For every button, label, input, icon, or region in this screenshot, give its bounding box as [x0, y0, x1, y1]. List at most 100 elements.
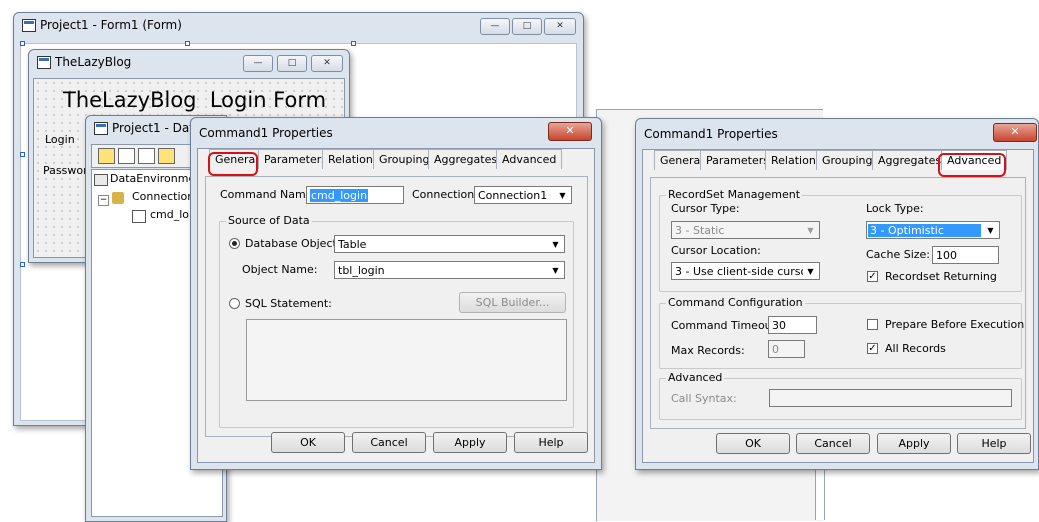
ok-button[interactable]: OK	[271, 432, 345, 453]
form-heading: TheLazyBlog Login Form	[63, 88, 327, 112]
database-object-radio[interactable]	[229, 238, 240, 249]
command-timeout-value: 30	[772, 319, 786, 332]
command-name-label: Command Name:	[220, 188, 317, 201]
cache-size-field[interactable]: 100	[932, 246, 999, 264]
inner-form-title: TheLazyBlog	[55, 55, 132, 69]
command-configuration-title: Command Configuration	[666, 296, 805, 309]
sql-statement-radio[interactable]	[229, 298, 240, 309]
add-connection-icon[interactable]	[98, 148, 115, 164]
object-name-select[interactable]: tbl_login ▼	[334, 261, 565, 279]
lock-type-value: 3 - Optimistic	[868, 224, 981, 237]
apply-button[interactable]: Apply	[433, 432, 507, 453]
tab-grouping[interactable]: Grouping	[816, 150, 879, 170]
minimize-button[interactable]: —	[243, 55, 273, 72]
cursor-location-label: Cursor Location:	[671, 244, 761, 257]
close-button[interactable]: ✕	[548, 122, 592, 141]
tab-aggregates[interactable]: Aggregates	[872, 150, 948, 170]
tab-grouping[interactable]: Grouping	[373, 149, 436, 169]
window-icon	[94, 122, 108, 135]
command-configuration-group: Command Configuration	[659, 296, 1022, 369]
connection-select[interactable]: Connection1 ▼	[474, 186, 572, 204]
sql-statement-label: SQL Statement:	[245, 297, 332, 310]
tab-aggregates[interactable]: Aggregates	[428, 149, 504, 169]
dialog-titlebar[interactable]: Command1 Properties ✕	[636, 119, 1038, 145]
close-button[interactable]: ✕	[544, 18, 576, 35]
apply-button[interactable]: Apply	[877, 433, 951, 454]
object-name-label: Object Name:	[242, 263, 318, 276]
database-object-select[interactable]: Table ▼	[334, 235, 565, 253]
tree-item-command[interactable]: cmd_lo	[150, 208, 189, 221]
tab-advanced[interactable]: Advanced	[496, 149, 563, 169]
tree-item-dataenvironment[interactable]: DataEnvironme	[110, 172, 195, 185]
sql-statement-textarea[interactable]	[246, 319, 567, 401]
connection-label: Connection:	[412, 188, 478, 201]
chevron-down-icon[interactable]: ▼	[548, 263, 563, 277]
command-icon	[132, 210, 146, 223]
lock-type-select[interactable]: 3 - Optimistic ▼	[866, 221, 1000, 239]
dialog-body: General Parameters Relation Grouping Agg…	[197, 148, 595, 463]
source-of-data-title: Source of Data	[226, 214, 312, 227]
command-timeout-label: Command Timeout:	[671, 319, 780, 332]
all-records-checkbox[interactable]: ✓	[867, 343, 878, 354]
login-label: Login	[45, 133, 75, 146]
cursor-location-value: 3 - Use client-side cursors	[675, 265, 818, 278]
highlight-box	[938, 153, 1006, 177]
chevron-down-icon[interactable]: ▼	[803, 223, 818, 237]
maximize-button[interactable]: □	[512, 18, 542, 35]
chevron-down-icon[interactable]: ▼	[983, 223, 998, 237]
properties-icon[interactable]	[138, 148, 155, 164]
cache-size-value: 100	[936, 249, 957, 262]
resize-handle[interactable]	[20, 262, 25, 267]
command-name-field[interactable]: cmd_login	[306, 186, 404, 204]
close-button[interactable]: ✕	[311, 55, 343, 72]
resize-handle[interactable]	[20, 152, 25, 157]
chevron-down-icon[interactable]: ▼	[555, 188, 570, 202]
view-code-icon[interactable]	[158, 148, 175, 164]
cancel-button[interactable]: Cancel	[352, 432, 426, 453]
help-button[interactable]: Help	[514, 432, 588, 453]
max-records-field[interactable]: 0	[768, 340, 805, 358]
maximize-button[interactable]: □	[277, 55, 307, 72]
max-records-value: 0	[772, 343, 779, 356]
chevron-down-icon[interactable]: ▼	[803, 264, 818, 278]
database-icon	[94, 174, 108, 186]
cursor-type-value: 3 - Static	[675, 224, 725, 237]
form-window-title: Project1 - Form1 (Form)	[40, 18, 182, 32]
recordset-returning-checkbox[interactable]: ✓	[867, 271, 878, 282]
resize-handle[interactable]	[351, 41, 356, 46]
call-syntax-field[interactable]	[769, 389, 1012, 407]
dialog-title: Command1 Properties	[199, 126, 333, 140]
resize-handle[interactable]	[185, 41, 190, 46]
chevron-down-icon[interactable]: ▼	[548, 237, 563, 251]
help-button[interactable]: Help	[957, 433, 1031, 454]
cancel-button[interactable]: Cancel	[796, 433, 870, 454]
cursor-type-select[interactable]: 3 - Static ▼	[671, 221, 820, 239]
max-records-label: Max Records:	[671, 344, 745, 357]
expand-collapse-icon[interactable]: −	[98, 195, 109, 206]
dialog-titlebar[interactable]: Command1 Properties ✕	[191, 118, 601, 144]
advanced-group-title: Advanced	[666, 371, 725, 384]
command-timeout-field[interactable]: 30	[768, 316, 817, 334]
resize-handle[interactable]	[20, 41, 25, 46]
form-icon	[22, 19, 36, 32]
prepare-before-execution-checkbox[interactable]	[867, 319, 878, 330]
dialog-title: Command1 Properties	[644, 127, 778, 141]
prepare-before-execution-label: Prepare Before Execution	[885, 318, 1025, 331]
highlight-box	[208, 152, 258, 176]
form-icon	[37, 56, 51, 69]
tab-relation[interactable]: Relation	[322, 149, 379, 169]
add-command-icon[interactable]	[118, 148, 135, 164]
tab-relation[interactable]: Relation	[765, 150, 822, 170]
close-button[interactable]: ✕	[993, 123, 1037, 142]
tree-item-connection[interactable]: Connection	[132, 190, 194, 203]
recordset-management-title: RecordSet Management	[666, 188, 803, 201]
object-name-value: tbl_login	[338, 264, 385, 277]
inner-form-titlebar[interactable]: TheLazyBlog — □ ✕	[29, 50, 349, 76]
tab-parameters[interactable]: Parameters	[700, 150, 775, 170]
sql-builder-button[interactable]: SQL Builder...	[459, 292, 566, 313]
form-window-titlebar[interactable]: Project1 - Form1 (Form) — □ ✕	[14, 13, 583, 39]
minimize-button[interactable]: —	[480, 18, 510, 35]
connection-value: Connection1	[478, 189, 548, 202]
ok-button[interactable]: OK	[716, 433, 790, 454]
cursor-location-select[interactable]: 3 - Use client-side cursors ▼	[671, 262, 820, 280]
